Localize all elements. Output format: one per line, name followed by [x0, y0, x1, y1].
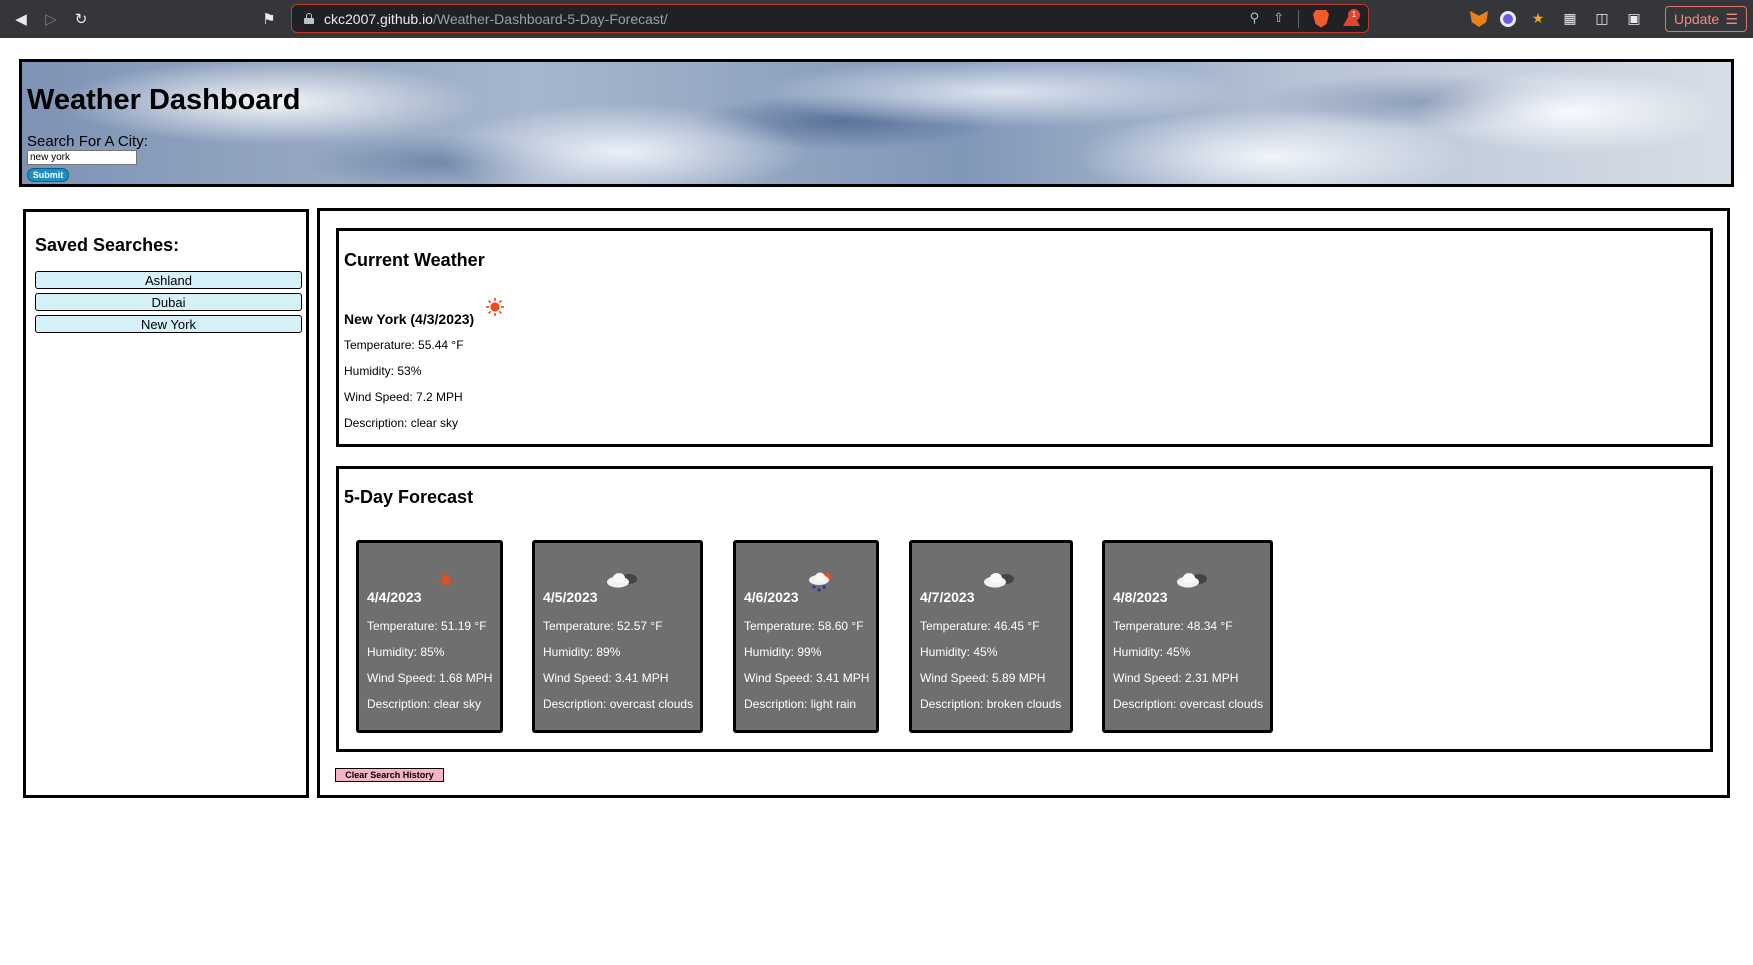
forecast-description: Description: overcast clouds: [543, 697, 694, 711]
forecast-wind-speed: Wind Speed: 5.89 MPH: [920, 671, 1046, 685]
forecast-temperature: Temperature: 58.60 °F: [744, 619, 864, 633]
forecast-humidity: Humidity: 45%: [1113, 645, 1191, 659]
browser-toolbar: ◀ ▷ ↻ ⚑ ckc2007.github.io/Weather-Dashbo…: [0, 0, 1753, 38]
share-icon[interactable]: ⇧: [1273, 11, 1284, 26]
back-arrow-icon[interactable]: ◀: [6, 4, 36, 34]
forecast-card: 4/6/2023 Temperature: 58.60 °F Humidity:…: [733, 540, 879, 733]
forecast-date: 4/7/2023: [920, 589, 975, 605]
forecast-card: 4/5/2023 Temperature: 52.57 °F Humidity:…: [532, 540, 703, 733]
current-weather-section: Current Weather New York (4/3/2023) Temp…: [336, 228, 1713, 447]
current-wind-speed: Wind Speed: 7.2 MPH: [344, 390, 463, 404]
cloud-icon: [607, 573, 637, 588]
current-city-date: New York (4/3/2023): [344, 311, 475, 327]
cloud-icon: [984, 573, 1014, 588]
address-bar[interactable]: ckc2007.github.io/Weather-Dashboard-5-Da…: [291, 4, 1369, 33]
saved-searches-title: Saved Searches:: [35, 235, 180, 255]
forecast-description: Description: clear sky: [367, 697, 482, 711]
update-button[interactable]: Update ☰: [1665, 6, 1747, 32]
page-title: Weather Dashboard: [27, 84, 301, 116]
forecast-description: Description: broken clouds: [920, 697, 1062, 711]
forward-arrow-icon[interactable]: ▷: [36, 4, 66, 34]
current-temperature: Temperature: 55.44 °F: [344, 338, 464, 352]
bookmark-icon[interactable]: ⚑: [254, 4, 284, 34]
submit-button[interactable]: Submit: [27, 168, 69, 182]
rain-icon: [809, 572, 831, 592]
sun-icon: [486, 298, 504, 316]
forecast-wind-speed: Wind Speed: 2.31 MPH: [1113, 671, 1239, 685]
forecast-wind-speed: Wind Speed: 3.41 MPH: [543, 671, 669, 685]
forecast-card: 4/7/2023 Temperature: 46.45 °F Humidity:…: [909, 540, 1073, 733]
brave-shields-icon[interactable]: [1313, 9, 1329, 28]
forecast-wind-speed: Wind Speed: 1.68 MPH: [367, 671, 493, 685]
saved-search-new-york[interactable]: New York: [35, 315, 302, 333]
wallet-icon[interactable]: ▣: [1624, 9, 1644, 29]
forecast-temperature: Temperature: 48.34 °F: [1113, 619, 1233, 633]
menu-icon: ☰: [1725, 10, 1738, 27]
zoom-icon[interactable]: ⚲: [1250, 11, 1260, 26]
forecast-card: 4/8/2023 Temperature: 48.34 °F Humidity:…: [1102, 540, 1273, 733]
url-path: /Weather-Dashboard-5-Day-Forecast/: [432, 10, 668, 27]
forecast-description: Description: light rain: [744, 697, 857, 711]
forecast-section: 5-Day Forecast 4/4/2023 Temperature: 51.…: [336, 466, 1713, 752]
forecast-title: 5-Day Forecast: [344, 487, 474, 507]
forecast-humidity: Humidity: 45%: [920, 645, 998, 659]
lock-icon: [304, 13, 314, 24]
forecast-date: 4/8/2023: [1113, 589, 1168, 605]
rewards-badge: 1: [1348, 9, 1360, 21]
forecast-humidity: Humidity: 99%: [744, 645, 822, 659]
current-humidity: Humidity: 53%: [344, 364, 422, 378]
forecast-humidity: Humidity: 85%: [367, 645, 445, 659]
update-label: Update: [1674, 11, 1720, 27]
forecast-description: Description: overcast clouds: [1113, 697, 1264, 711]
forecast-date: 4/4/2023: [367, 589, 422, 605]
divider: [1298, 9, 1299, 28]
current-weather-title: Current Weather: [344, 250, 485, 270]
url-host: ckc2007.github.io: [324, 10, 433, 27]
main-panel: Current Weather New York (4/3/2023) Temp…: [317, 208, 1730, 798]
search-label: Search For A City:: [27, 133, 148, 150]
saved-searches-panel: Saved Searches: Ashland Dubai New York: [23, 209, 309, 798]
clear-history-button[interactable]: Clear Search History: [335, 768, 444, 782]
city-search-input[interactable]: [27, 150, 137, 165]
forecast-temperature: Temperature: 51.19 °F: [367, 619, 487, 633]
sidebar-icon[interactable]: ◫: [1592, 9, 1612, 29]
forecast-temperature: Temperature: 52.57 °F: [543, 619, 663, 633]
forecast-date: 4/5/2023: [543, 589, 598, 605]
extension-eye-icon[interactable]: [1500, 11, 1516, 27]
header-banner: Weather Dashboard Search For A City: Sub…: [19, 59, 1734, 187]
forecast-card: 4/4/2023 Temperature: 51.19 °F Humidity:…: [356, 540, 503, 733]
forecast-date: 4/6/2023: [744, 589, 799, 605]
cloud-icon: [1177, 573, 1207, 588]
sun-icon: [437, 571, 455, 589]
reload-icon[interactable]: ↻: [66, 4, 96, 34]
extension-key-icon[interactable]: ★: [1528, 9, 1548, 29]
forecast-humidity: Humidity: 89%: [543, 645, 621, 659]
saved-search-dubai[interactable]: Dubai: [35, 293, 302, 311]
saved-searches-list: Ashland Dubai New York: [35, 271, 302, 337]
extensions-bar: ★ ▦ ◫ ▣: [1470, 0, 1644, 38]
forecast-wind-speed: Wind Speed: 3.41 MPH: [744, 671, 870, 685]
forecast-temperature: Temperature: 46.45 °F: [920, 619, 1040, 633]
saved-search-ashland[interactable]: Ashland: [35, 271, 302, 289]
current-description: Description: clear sky: [344, 416, 459, 430]
puzzle-icon[interactable]: ▦: [1560, 9, 1580, 29]
metamask-icon[interactable]: [1470, 11, 1488, 27]
